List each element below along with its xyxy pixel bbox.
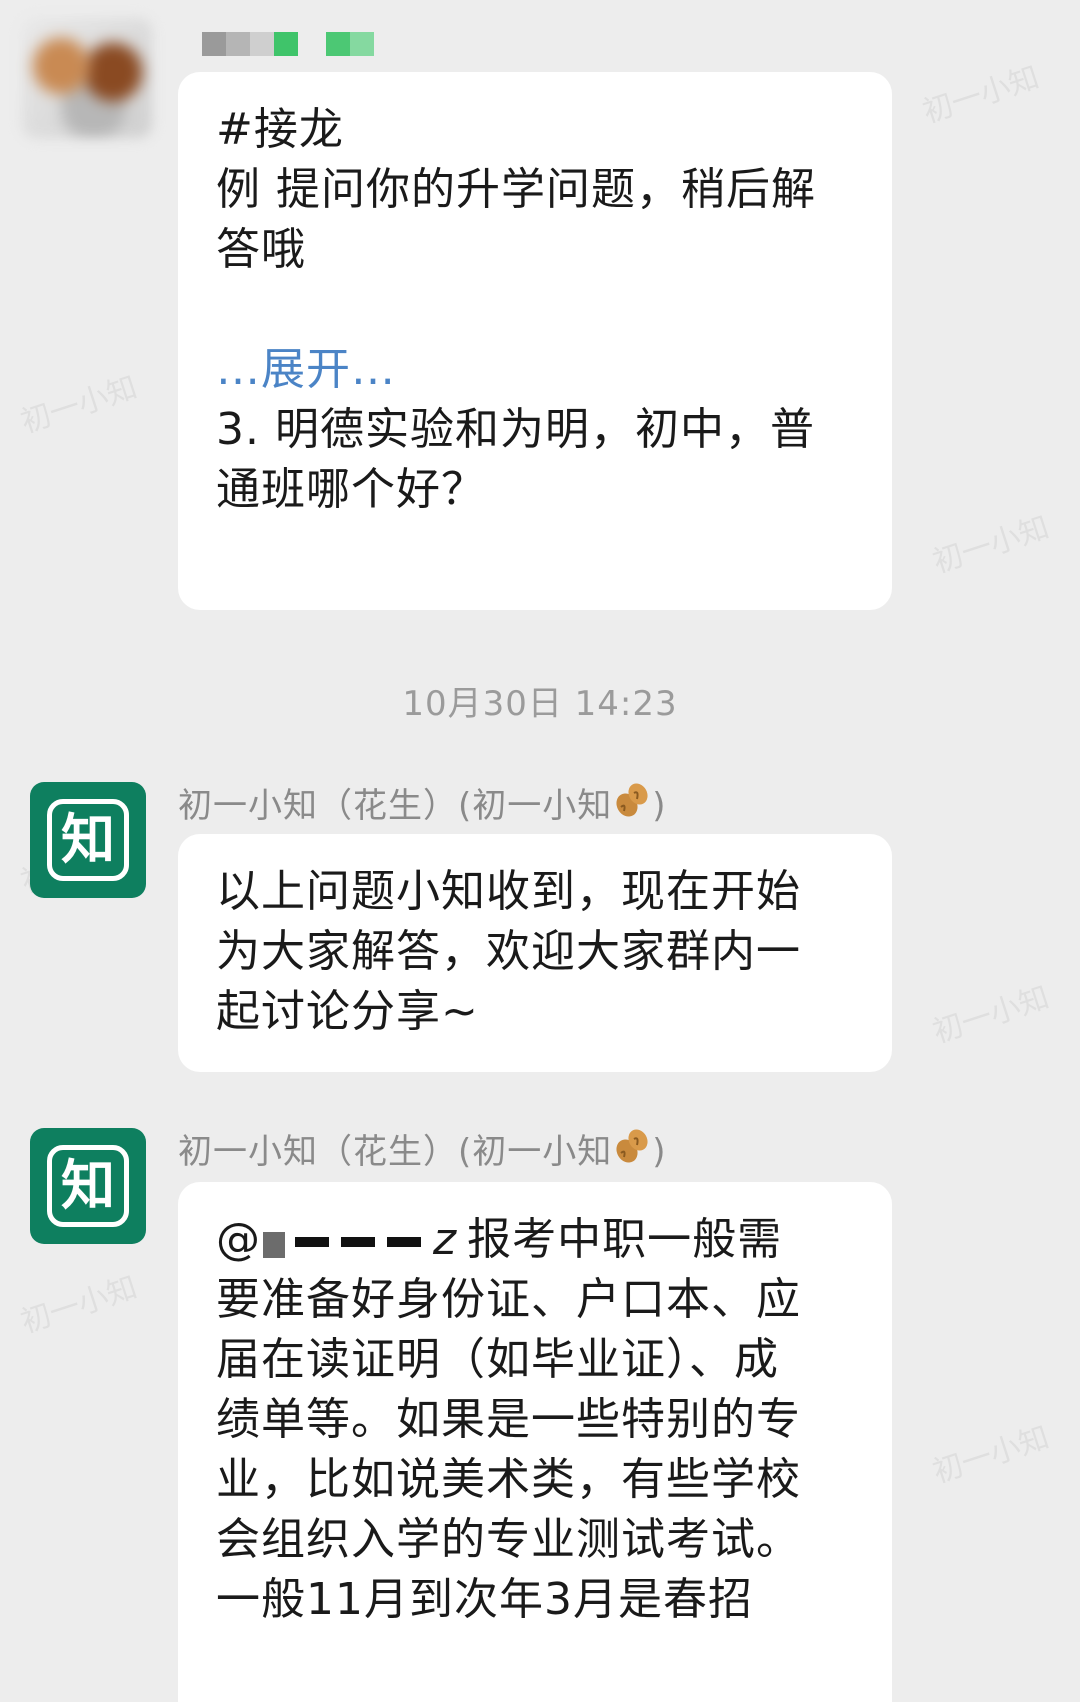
redaction — [341, 1237, 375, 1247]
message-line: @ z 报考中职一般需 — [216, 1214, 783, 1265]
message-line: 要准备好身份证、户口本、应 — [216, 1274, 801, 1325]
expand-link[interactable]: …展开… — [216, 340, 854, 400]
watermark: 初一小知 — [16, 1270, 142, 1341]
message-bubble[interactable]: 以上问题小知收到，现在开始 为大家解答，欢迎大家群内一 起讨论分享~ — [178, 834, 892, 1072]
peanut-icon — [616, 1129, 648, 1163]
message-line: 通班哪个好？ — [216, 464, 486, 515]
zhi-logo-icon: 知 — [47, 1145, 129, 1227]
message-line: 为大家解答，欢迎大家群内一 — [216, 926, 801, 977]
sender-name: 初一小知（花生）(初一小知 ) — [178, 778, 667, 827]
sender-name: 初一小知（花生）(初一小知 ) — [178, 1124, 667, 1173]
message-line: 绩单等。如果是一些特别的专 — [216, 1394, 801, 1445]
avatar[interactable]: 知 — [30, 782, 146, 898]
message-line: 例 提问你的升学问题，稍后解 — [216, 164, 816, 215]
message-line: #接龙 — [216, 104, 344, 155]
avatar[interactable]: 知 — [30, 1128, 146, 1244]
watermark: 初一小知 — [16, 370, 142, 441]
message-line: 以上问题小知收到，现在开始 — [216, 866, 801, 917]
redaction — [295, 1237, 329, 1247]
sender-name-redacted — [202, 32, 374, 58]
message-line: 3. 明德实验和为明，初中，普 — [216, 404, 815, 455]
watermark: 初一小知 — [928, 1420, 1054, 1491]
watermark: 初一小知 — [928, 980, 1054, 1051]
avatar[interactable] — [22, 18, 152, 138]
redaction — [263, 1232, 285, 1258]
message-line: 一般11月到次年3月是春招 — [216, 1574, 753, 1625]
message-bubble[interactable]: #接龙 例 提问你的升学问题，稍后解 答哦 …展开… 3. 明德实验和为明，初中… — [178, 72, 892, 610]
time-divider: 10月30日 14:23 — [402, 684, 678, 724]
mention[interactable]: @ z — [216, 1214, 467, 1265]
watermark: 初一小知 — [928, 510, 1054, 581]
peanut-icon — [616, 783, 648, 817]
zhi-logo-icon: 知 — [47, 799, 129, 881]
message-line: 起讨论分享~ — [216, 986, 479, 1037]
message-line: 会组织入学的专业测试考试。 — [216, 1514, 801, 1565]
message-line: 届在读证明（如毕业证）、成 — [216, 1334, 779, 1385]
message-bubble[interactable]: @ z 报考中职一般需 要准备好身份证、户口本、应 届在读证明（如毕业证）、成 绩单… — [178, 1182, 892, 1702]
message-line: 业，比如说美术类，有些学校 — [216, 1454, 801, 1505]
redaction — [387, 1237, 421, 1247]
message-line: 答哦 — [216, 224, 306, 275]
watermark: 初一小知 — [918, 60, 1044, 131]
chat-view: 初一小知 初一小知 初一小知 初一小知 初一小知 初一小知 初一小知 #接龙 例… — [0, 0, 1080, 1702]
